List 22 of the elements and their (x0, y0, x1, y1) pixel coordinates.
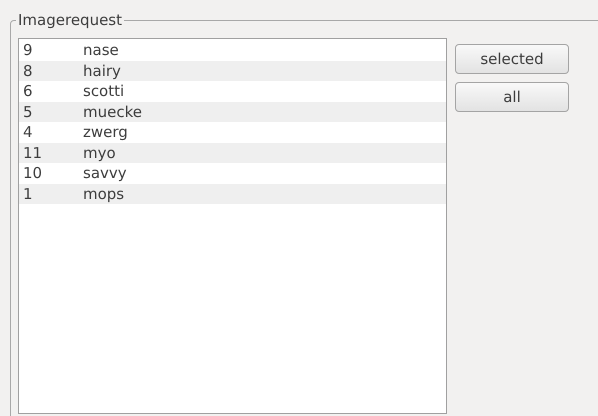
id-cell-text: 4 (22, 122, 34, 142)
name-cell: scotti (83, 81, 124, 102)
name-cell: myo (83, 142, 116, 163)
action-button[interactable]: all (455, 82, 569, 112)
id-cell-text: 8 (22, 60, 34, 81)
name-cell: nase (83, 40, 119, 60)
id-cell-text: 5 (22, 102, 34, 122)
list-row[interactable]: 11 myo (19, 142, 446, 163)
id-cell-text: 9 (22, 40, 34, 60)
name-cell: muecke (83, 102, 142, 122)
id-cell-text: 6 (22, 81, 34, 102)
name-cell: hairy (83, 60, 121, 81)
name-cell: savvy (83, 163, 127, 184)
list-row[interactable]: 5 muecke (19, 102, 446, 122)
name-cell: mops (83, 184, 124, 204)
id-cell-text: 10 (22, 163, 44, 184)
list-row[interactable]: 8 hairy (19, 60, 446, 81)
name-cell: zwerg (83, 122, 128, 142)
action-button[interactable]: selected (455, 44, 569, 74)
id-cell-text: 11 (22, 142, 44, 163)
list-row[interactable]: 1 mops (19, 184, 446, 204)
id-cell-text: 1 (22, 184, 34, 204)
